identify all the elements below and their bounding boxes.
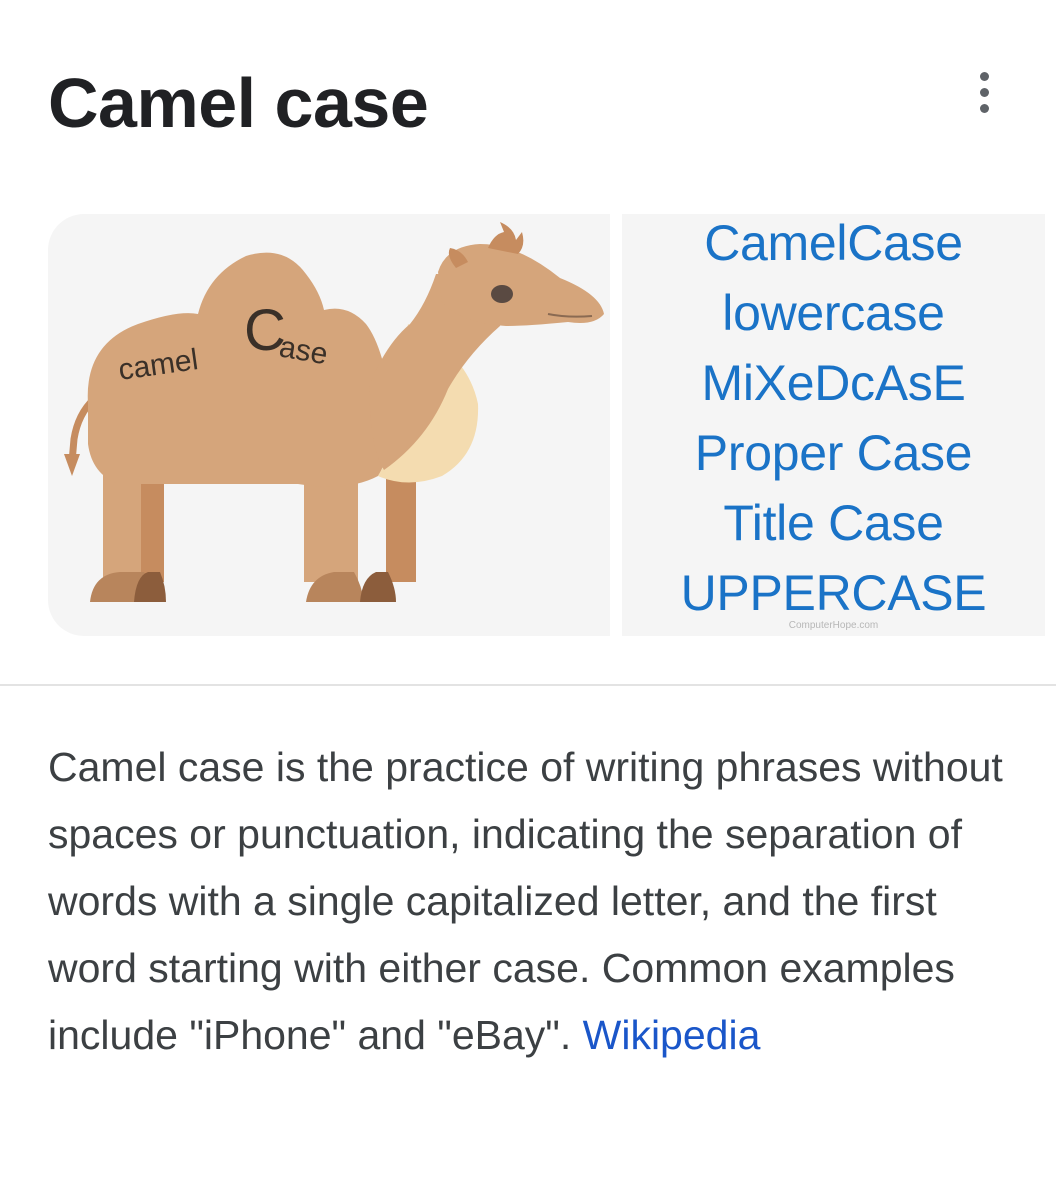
more-vert-icon-dot <box>979 103 989 113</box>
page-title: Camel case <box>48 64 429 142</box>
more-options-button[interactable] <box>962 68 1006 116</box>
case-example: Proper Case <box>694 425 973 481</box>
section-divider <box>0 684 1056 686</box>
description-text: Camel case is the practice of writing ph… <box>48 734 1008 1069</box>
camel-illustration-svg: camel C ase <box>64 222 604 602</box>
case-examples-list: CamelCase lowercase MiXeDcAsE Proper Cas… <box>622 214 1045 628</box>
more-vert-icon <box>979 71 989 81</box>
case-example: Title Case <box>723 495 944 551</box>
case-example: UPPERCASE <box>680 565 987 621</box>
wikipedia-source-link[interactable]: Wikipedia <box>583 1012 761 1058</box>
case-examples-image[interactable]: CamelCase lowercase MiXeDcAsE Proper Cas… <box>622 214 1045 636</box>
image-watermark: ComputerHope.com <box>788 620 879 631</box>
case-example: CamelCase <box>704 215 963 271</box>
more-vert-icon-dot <box>979 87 989 97</box>
case-example: lowercase <box>722 285 945 341</box>
case-example: MiXeDcAsE <box>701 355 966 411</box>
description-body: Camel case is the practice of writing ph… <box>48 744 1003 1058</box>
camel-case-illustration[interactable]: camel C ase <box>48 214 610 636</box>
